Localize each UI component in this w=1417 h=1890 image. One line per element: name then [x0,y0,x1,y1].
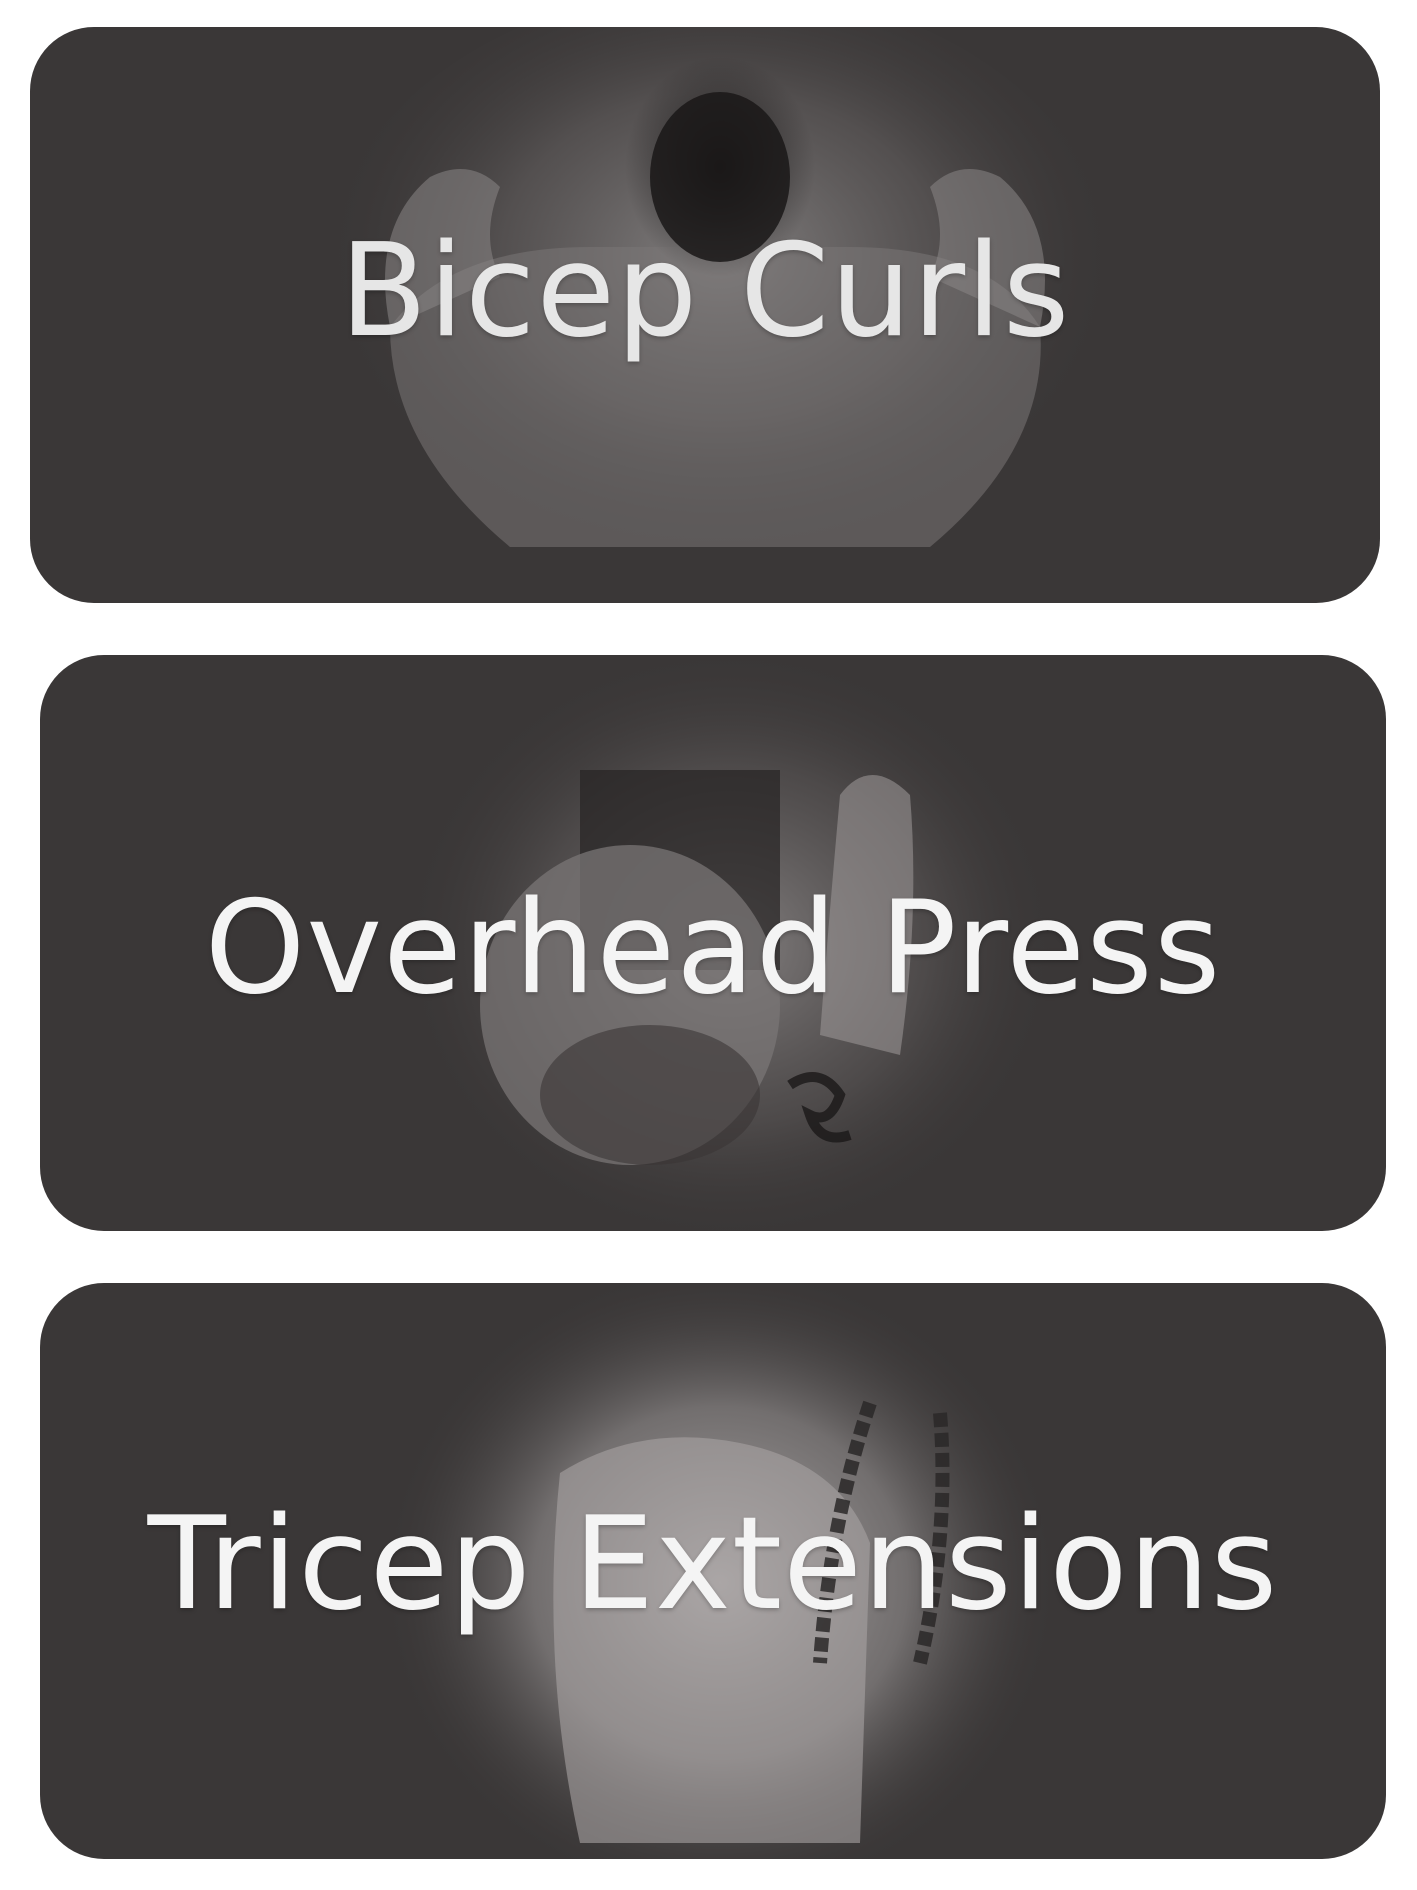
exercise-label: Tricep Extensions [147,1490,1279,1640]
exercise-card-bicep-curls[interactable]: Bicep Curls [30,27,1380,603]
exercise-card-tricep-extensions[interactable]: Tricep Extensions [40,1283,1386,1859]
exercise-label: Bicep Curls [339,216,1071,366]
exercise-card-overhead-press[interactable]: Overhead Press [40,655,1386,1231]
exercise-label: Overhead Press [204,873,1222,1023]
